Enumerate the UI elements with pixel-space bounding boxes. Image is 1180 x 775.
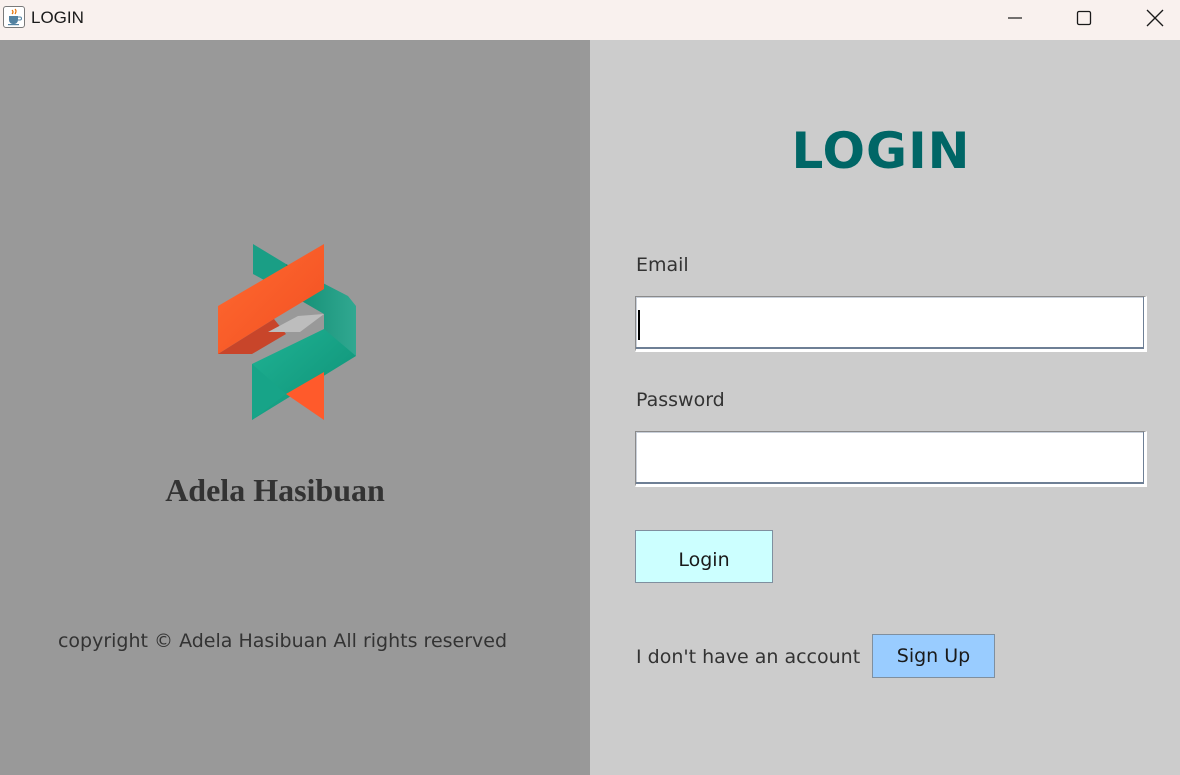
- java-cup-icon: [3, 6, 25, 28]
- close-button[interactable]: [1120, 0, 1180, 36]
- login-form-panel: LOGIN Email Password Login I don't have …: [590, 40, 1180, 775]
- title-bar[interactable]: LOGIN: [0, 0, 1180, 40]
- minimize-button[interactable]: [980, 0, 1050, 36]
- close-icon: [1146, 9, 1164, 27]
- brand-name: Adela Hasibuan: [165, 472, 385, 508]
- login-button[interactable]: Login: [635, 530, 773, 583]
- ribbon-logo: [218, 244, 356, 420]
- window-title: LOGIN: [31, 8, 84, 27]
- login-button-label: Login: [678, 548, 730, 571]
- login-window: LOGIN Adela Hasibuan copyright © Adela H…: [0, 0, 1180, 775]
- maximize-icon: [1076, 10, 1092, 26]
- text-caret: [638, 310, 640, 340]
- branding-panel: Adela Hasibuan copyright © Adela Hasibua…: [0, 40, 590, 775]
- email-field[interactable]: [635, 296, 1147, 352]
- signup-button[interactable]: Sign Up: [872, 634, 995, 678]
- no-account-text: I don't have an account: [636, 646, 861, 668]
- minimize-icon: [1008, 17, 1022, 19]
- password-field[interactable]: [635, 431, 1147, 487]
- email-label: Email: [636, 254, 689, 276]
- copyright-text: copyright © Adela Hasibuan All rights re…: [57, 630, 508, 652]
- maximize-button[interactable]: [1049, 0, 1119, 36]
- password-label: Password: [636, 389, 725, 411]
- login-heading: LOGIN: [791, 122, 971, 180]
